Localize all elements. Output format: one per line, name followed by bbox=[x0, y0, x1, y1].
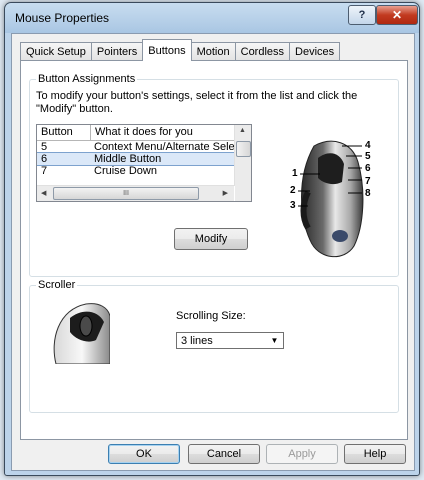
window-title: Mouse Properties bbox=[15, 11, 110, 25]
scroll-up-icon[interactable]: ▲ bbox=[239, 127, 246, 134]
list-item-selected[interactable]: 6 Middle Button bbox=[37, 152, 235, 166]
column-header-action[interactable]: What it does for you bbox=[91, 125, 234, 140]
help-button[interactable]: Help bbox=[344, 444, 406, 464]
mouse-properties-window: Mouse Properties ? ✕ Quick Setup Pointer… bbox=[4, 2, 420, 476]
tab-pointers[interactable]: Pointers bbox=[90, 42, 144, 61]
title-bar[interactable]: Mouse Properties ? ✕ bbox=[5, 3, 419, 33]
scroll-left-icon[interactable]: ◀ bbox=[41, 189, 46, 197]
mouse-label-3: 3 bbox=[290, 200, 296, 211]
dialog-client: Quick Setup Pointers Buttons Motion Cord… bbox=[11, 33, 415, 471]
apply-button[interactable]: Apply bbox=[266, 444, 338, 464]
tab-cordless[interactable]: Cordless bbox=[234, 42, 291, 61]
horizontal-scroll-thumb[interactable]: III bbox=[53, 187, 199, 200]
instructions-text: To modify your button's settings, select… bbox=[36, 90, 358, 115]
list-item[interactable]: 5 Context Menu/Alternate Select bbox=[37, 141, 234, 153]
tab-motion[interactable]: Motion bbox=[190, 42, 236, 61]
scrolling-size-select[interactable]: 3 lines ▼ bbox=[176, 332, 284, 349]
mouse-label-8: 8 bbox=[365, 188, 371, 199]
list-header: Button What it does for you bbox=[37, 125, 234, 141]
vertical-scrollbar[interactable]: ▲ bbox=[234, 125, 251, 186]
list-item[interactable]: 7 Cruise Down bbox=[37, 165, 234, 177]
tab-devices[interactable]: Devices bbox=[289, 42, 341, 61]
scroll-right-icon[interactable]: ▶ bbox=[223, 189, 228, 197]
list-item-action: Cruise Down bbox=[94, 165, 157, 177]
tab-strip: Quick Setup Pointers Buttons Motion Cord… bbox=[20, 39, 341, 61]
button-assignments-legend: Button Assignments bbox=[36, 73, 138, 85]
scrollbar-corner bbox=[235, 186, 251, 201]
list-item-action: Context Menu/Alternate Select bbox=[94, 141, 234, 153]
tab-quick-setup[interactable]: Quick Setup bbox=[20, 42, 92, 61]
scroller-group: Scroller Scrolling Size: 3 lines ▼ bbox=[29, 279, 399, 413]
mouse-label-7: 7 bbox=[365, 176, 371, 187]
button-list[interactable]: Button What it does for you 5 Context Me… bbox=[36, 124, 252, 202]
horizontal-scrollbar[interactable]: ◀ III ▶ bbox=[37, 185, 234, 201]
modify-button[interactable]: Modify bbox=[174, 228, 248, 250]
chevron-down-icon[interactable]: ▼ bbox=[268, 335, 281, 346]
mouse-label-2: 2 bbox=[290, 185, 296, 196]
vertical-scroll-thumb[interactable] bbox=[236, 141, 251, 157]
column-header-button[interactable]: Button bbox=[37, 125, 91, 140]
scrolling-size-value: 3 lines bbox=[181, 335, 213, 347]
buttons-tab-panel: Button Assignments To modify your button… bbox=[20, 60, 408, 440]
mouse-label-1: 1 bbox=[292, 168, 298, 179]
button-assignments-group: Button Assignments To modify your button… bbox=[29, 73, 399, 277]
mouse-label-6: 6 bbox=[365, 163, 371, 174]
list-item-button: 5 bbox=[41, 141, 48, 153]
cancel-button[interactable]: Cancel bbox=[188, 444, 260, 464]
list-item-button: 6 bbox=[41, 153, 48, 165]
list-item-action: Middle Button bbox=[94, 153, 162, 165]
mouse-label-4: 4 bbox=[365, 140, 371, 151]
tab-buttons[interactable]: Buttons bbox=[142, 39, 192, 61]
scrolling-size-label: Scrolling Size: bbox=[176, 310, 246, 322]
mouse-label-5: 5 bbox=[365, 151, 371, 162]
mouse-wheel-icon bbox=[53, 303, 110, 364]
ok-button[interactable]: OK bbox=[108, 444, 180, 464]
list-item-button: 7 bbox=[41, 165, 48, 177]
close-button[interactable]: ✕ bbox=[376, 5, 418, 25]
list-rows: 5 Context Menu/Alternate Select 6 Middle… bbox=[37, 141, 235, 177]
help-title-button[interactable]: ? bbox=[348, 5, 376, 25]
scroller-legend: Scroller bbox=[36, 279, 78, 291]
